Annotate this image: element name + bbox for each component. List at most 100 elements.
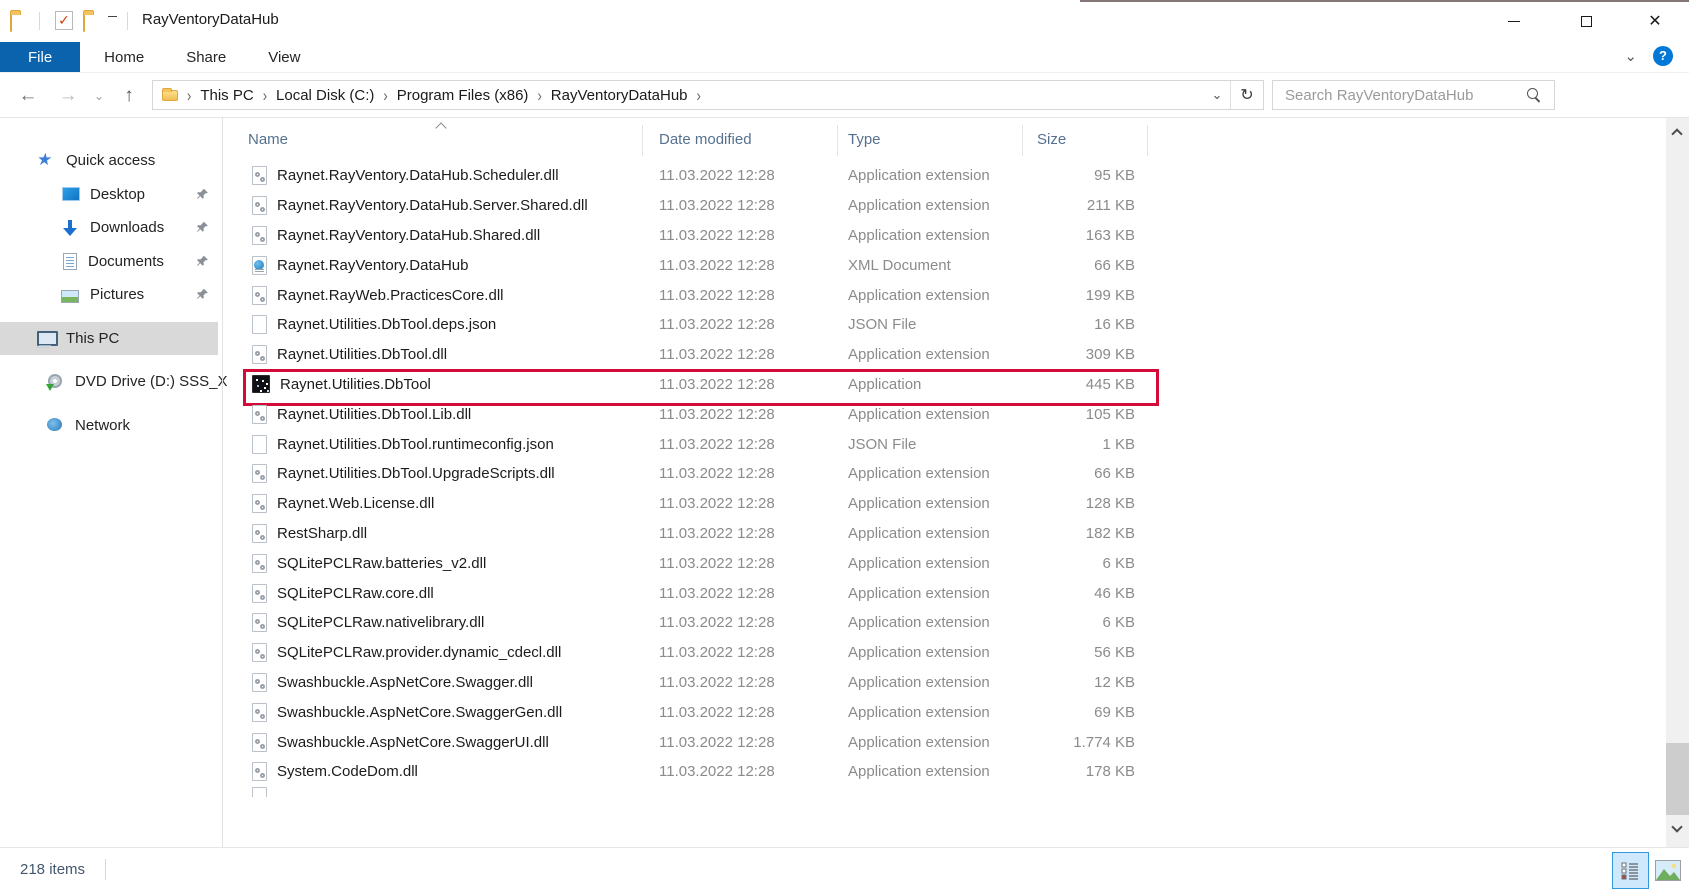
breadcrumb-item[interactable]: Local Disk (C:) — [276, 87, 374, 104]
pane-splitter[interactable] — [222, 118, 223, 847]
file-type: Application extension — [838, 644, 1023, 661]
search-icon[interactable] — [1527, 88, 1542, 103]
chevron-right-icon[interactable]: › — [374, 86, 396, 105]
scrollbar-thumb[interactable] — [1666, 743, 1689, 815]
details-view-button[interactable] — [1612, 852, 1649, 889]
chevron-right-icon: › — [178, 86, 200, 105]
address-dropdown-icon[interactable]: ⌄ — [1204, 87, 1230, 103]
file-date-modified: 11.03.2022 12:28 — [643, 257, 838, 274]
file-row[interactable]: Raynet.Utilities.DbTool.Lib.dll 11.03.20… — [230, 399, 1666, 429]
sidebar-item-label: Network — [75, 417, 130, 434]
minimize-button[interactable] — [1479, 0, 1549, 42]
file-row[interactable]: Swashbuckle.AspNetCore.Swagger.dll 11.03… — [230, 668, 1666, 698]
search-input[interactable] — [1273, 81, 1554, 109]
file-row[interactable]: SQLitePCLRaw.batteries_v2.dll 11.03.2022… — [230, 548, 1666, 578]
file-type: Application extension — [838, 585, 1023, 602]
refresh-icon[interactable]: ↻ — [1231, 85, 1263, 105]
qat-check-icon[interactable]: ✓ — [55, 11, 73, 30]
file-name: SQLitePCLRaw.provider.dynamic_cdecl.dll — [277, 644, 561, 661]
chevron-right-icon[interactable]: › — [254, 86, 276, 105]
file-row[interactable]: System.CodeDom.dll 11.03.2022 12:28 Appl… — [230, 757, 1666, 787]
sidebar-item-network[interactable]: Network — [0, 409, 218, 443]
file-row[interactable]: SQLitePCLRaw.provider.dynamic_cdecl.dll … — [230, 638, 1666, 668]
file-date-modified: 11.03.2022 12:28 — [643, 644, 838, 661]
help-icon[interactable]: ? — [1653, 46, 1673, 66]
sidebar-item-this-pc[interactable]: This PC — [0, 322, 218, 356]
sidebar-item-dvd-drive[interactable]: DVD Drive (D:) SSS_X — [0, 365, 218, 399]
tab-home[interactable]: Home — [86, 42, 162, 72]
file-row-highlighted[interactable]: Raynet.Utilities.DbTool 11.03.2022 12:28… — [230, 370, 1666, 400]
column-header[interactable]: Type — [838, 118, 1023, 161]
back-button[interactable]: ← — [10, 73, 46, 118]
file-row[interactable]: Raynet.Utilities.DbTool.runtimeconfig.js… — [230, 429, 1666, 459]
file-row[interactable]: Raynet.RayVentory.DataHub.Shared.dll 11.… — [230, 221, 1666, 251]
file-size: 46 KB — [1023, 585, 1148, 602]
partial-file-row[interactable] — [230, 787, 1666, 797]
tab-share[interactable]: Share — [168, 42, 244, 72]
chevron-right-icon[interactable]: › — [688, 86, 710, 105]
file-row[interactable]: Raynet.RayWeb.PracticesCore.dll 11.03.20… — [230, 280, 1666, 310]
file-size: 6 KB — [1023, 555, 1148, 572]
qat-folder-icon[interactable] — [83, 13, 85, 32]
file-row[interactable]: Raynet.Web.License.dll 11.03.2022 12:28 … — [230, 489, 1666, 519]
sidebar-item-downloads[interactable]: Downloads — [0, 211, 218, 245]
file-row[interactable]: Raynet.RayVentory.DataHub.Scheduler.dll … — [230, 161, 1666, 191]
quick-access-icon — [37, 152, 55, 170]
column-header[interactable]: Date modified — [643, 118, 838, 161]
column-header[interactable]: Size — [1023, 118, 1148, 161]
file-type: XML Document — [838, 257, 1023, 274]
file-date-modified: 11.03.2022 12:28 — [643, 346, 838, 363]
file-row[interactable]: Raynet.RayVentory.DataHub.Server.Shared.… — [230, 191, 1666, 221]
forward-button[interactable]: → — [50, 73, 86, 118]
file-row[interactable]: RestSharp.dll 11.03.2022 12:28 Applicati… — [230, 519, 1666, 549]
up-button[interactable]: ↑ — [112, 73, 146, 118]
sidebar-item-quick-access[interactable]: Quick access — [0, 144, 218, 178]
large-icons-view-button[interactable] — [1654, 858, 1681, 882]
breadcrumb-item[interactable]: This PC — [200, 87, 253, 104]
scroll-up-icon[interactable] — [1666, 124, 1689, 144]
sidebar-item-documents[interactable]: Documents — [0, 245, 218, 279]
file-size: 1.774 KB — [1023, 734, 1148, 751]
file-size: 445 KB — [1023, 376, 1148, 393]
search-box — [1272, 80, 1555, 110]
close-button[interactable]: ✕ — [1623, 0, 1687, 42]
file-row[interactable]: Raynet.Utilities.DbTool.deps.json 11.03.… — [230, 310, 1666, 340]
file-name: Raynet.RayWeb.PracticesCore.dll — [277, 287, 503, 304]
file-row[interactable]: Swashbuckle.AspNetCore.SwaggerGen.dll 11… — [230, 697, 1666, 727]
dll-icon — [252, 166, 267, 185]
breadcrumb: This PC › Local Disk (C:) › Program File… — [200, 87, 710, 104]
file-name: RestSharp.dll — [277, 525, 367, 542]
chevron-right-icon[interactable]: › — [528, 86, 550, 105]
dll-icon — [252, 673, 267, 692]
minimize-icon — [1508, 21, 1520, 22]
file-row[interactable]: SQLitePCLRaw.core.dll 11.03.2022 12:28 A… — [230, 578, 1666, 608]
address-bar[interactable]: › This PC › Local Disk (C:) › Program Fi… — [152, 80, 1264, 110]
vertical-scrollbar[interactable] — [1666, 118, 1689, 847]
file-row[interactable]: SQLitePCLRaw.nativelibrary.dll 11.03.202… — [230, 608, 1666, 638]
pin-icon — [196, 255, 209, 272]
sidebar-item-label: Downloads — [90, 219, 164, 236]
scroll-down-icon[interactable] — [1666, 821, 1689, 841]
qat-customize-chevron-icon[interactable] — [107, 16, 118, 18]
sidebar-item-pictures[interactable]: Pictures — [0, 278, 218, 312]
sidebar-item-label: DVD Drive (D:) SSS_X — [75, 373, 228, 390]
file-row[interactable]: Raynet.Utilities.DbTool.UpgradeScripts.d… — [230, 459, 1666, 489]
recent-locations-chevron-icon[interactable]: ⌄ — [88, 73, 110, 118]
status-bar: 218 items — [0, 847, 1689, 890]
file-name: Raynet.Utilities.DbTool.dll — [277, 346, 447, 363]
breadcrumb-item[interactable]: RayVentoryDataHub — [551, 87, 688, 104]
file-date-modified: 11.03.2022 12:28 — [643, 436, 838, 453]
maximize-button[interactable] — [1551, 0, 1621, 42]
file-date-modified: 11.03.2022 12:28 — [643, 406, 838, 423]
ribbon-collapse-icon[interactable]: ⌄ — [1624, 49, 1637, 64]
file-row[interactable]: Raynet.Utilities.DbTool.dll 11.03.2022 1… — [230, 340, 1666, 370]
sidebar-item-label: Quick access — [66, 152, 155, 169]
tab-file[interactable]: File — [0, 42, 80, 72]
breadcrumb-item[interactable]: Program Files (x86) — [397, 87, 529, 104]
sidebar-item-desktop[interactable]: Desktop — [0, 178, 218, 212]
dll-icon — [252, 405, 267, 424]
tab-view[interactable]: View — [250, 42, 318, 72]
file-row[interactable]: Raynet.RayVentory.DataHub 11.03.2022 12:… — [230, 250, 1666, 280]
file-row[interactable]: Swashbuckle.AspNetCore.SwaggerUI.dll 11.… — [230, 727, 1666, 757]
file-date-modified: 11.03.2022 12:28 — [643, 465, 838, 482]
